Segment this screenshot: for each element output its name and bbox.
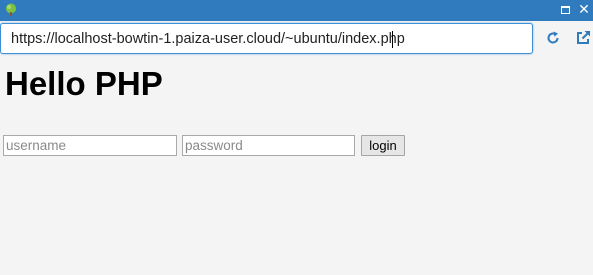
login-button[interactable]: login (361, 135, 405, 156)
reload-icon[interactable] (545, 30, 561, 46)
open-external-icon[interactable] (575, 30, 591, 46)
maximize-button[interactable] (557, 2, 573, 18)
close-icon: ✕ (578, 2, 590, 18)
tree-icon (6, 3, 16, 16)
url-input[interactable] (11, 30, 526, 48)
text-caret (392, 31, 393, 48)
maximize-icon (560, 6, 570, 14)
close-button[interactable]: ✕ (576, 2, 592, 18)
username-field[interactable] (3, 135, 177, 156)
password-field[interactable] (182, 135, 355, 156)
window-titlebar: ✕ (0, 0, 593, 21)
page-title: Hello PHP (5, 65, 163, 102)
address-bar[interactable] (0, 23, 533, 54)
